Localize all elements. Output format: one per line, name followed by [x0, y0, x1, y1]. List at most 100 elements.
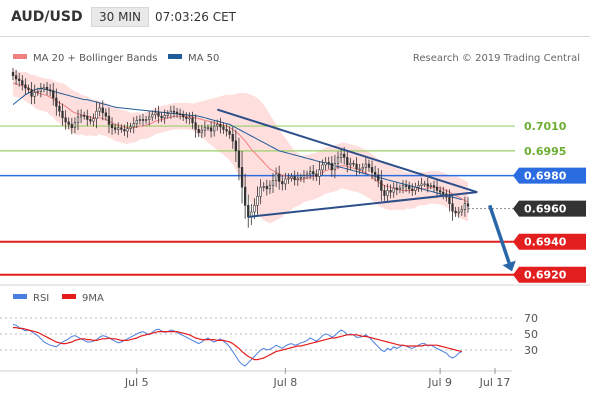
candle-body [287, 177, 290, 180]
rsi-tick-label: 30 [524, 344, 538, 357]
candle-body [327, 162, 330, 164]
candle-body [466, 203, 470, 207]
candle-body [305, 173, 309, 176]
legend-swatch-9ma [62, 294, 76, 299]
candle-body [432, 185, 436, 188]
candle-body [200, 129, 203, 133]
candle-body [129, 126, 132, 129]
candle-body [290, 176, 293, 179]
chart-widget: AUD/USD 30 MIN 07:03:26 CET MA 20 + Boll… [0, 0, 590, 400]
legend-swatch-ma50 [168, 54, 182, 59]
candle-body [259, 186, 262, 197]
candle-body [89, 119, 92, 122]
level-label-0.6940: 0.6940 [524, 236, 567, 249]
candle-body [271, 180, 275, 186]
legend-label-ma20: MA 20 + Bollinger Bands [33, 53, 157, 64]
candle-body [293, 176, 296, 181]
candle-body [14, 75, 18, 80]
legend-label-rsi: RSI [33, 293, 49, 304]
candle-body [172, 110, 176, 113]
level-label-0.6980: 0.6980 [524, 170, 567, 183]
candle-body [191, 117, 194, 124]
candle-body [24, 84, 27, 89]
candle-body [343, 153, 346, 158]
candle-body [166, 113, 169, 116]
candle-body [392, 187, 395, 193]
candle-body [148, 116, 151, 120]
candle-body [358, 168, 361, 171]
candle-body [361, 167, 364, 170]
candle-body [42, 86, 46, 90]
candle-body [315, 173, 318, 177]
candle-body [194, 122, 197, 130]
candle-body [240, 167, 244, 188]
level-label-0.6920: 0.6920 [524, 269, 567, 282]
candle-body [349, 162, 352, 166]
candle-body [438, 190, 442, 193]
candle-body [423, 183, 426, 186]
candle-body [107, 115, 111, 125]
candle-body [36, 91, 39, 93]
candle-body [86, 115, 89, 120]
candle-body [92, 118, 95, 122]
candle-body [182, 114, 185, 118]
candle-body [188, 117, 191, 120]
candle-body [126, 128, 129, 132]
candle-body [216, 124, 219, 127]
candle-body [442, 191, 445, 195]
candle-body [132, 123, 135, 128]
candle-body [64, 117, 67, 123]
candle-body [33, 91, 36, 97]
candle-body [339, 153, 343, 158]
candle-body [222, 126, 225, 130]
candle-body [448, 196, 451, 205]
candle-body [435, 186, 439, 191]
candle-body [98, 107, 101, 112]
candle-body [265, 186, 268, 190]
chart-canvas: MA 20 + Bollinger Bands MA 50 Research © 2… [0, 53, 590, 389]
candle-body [95, 110, 98, 119]
rsi-line [12, 323, 463, 367]
rsi-ma-line [13, 327, 462, 361]
candle-body [401, 185, 405, 189]
candle-body [154, 112, 157, 115]
candle-body [185, 116, 188, 119]
candle-body [296, 177, 299, 181]
candle-body [101, 107, 104, 114]
x-tick-label: Jul 9 [427, 376, 452, 389]
candle-body [48, 89, 52, 92]
candle-body [373, 172, 377, 176]
candle-body [113, 127, 117, 130]
candle-body [225, 129, 228, 132]
candle-body [253, 205, 256, 213]
legend-swatch-rsi [13, 294, 27, 299]
candle-body [169, 110, 173, 114]
candle-body [67, 121, 70, 125]
x-tick-label: Jul 5 [124, 376, 149, 389]
candle-body [324, 162, 327, 166]
candle-body [163, 115, 166, 119]
candle-body [364, 163, 368, 168]
candle-body [197, 129, 200, 133]
candle-body [117, 127, 120, 130]
candle-body [144, 119, 148, 121]
rsi-tick-label: 50 [524, 328, 538, 341]
x-tick-label: Jul 8 [272, 376, 297, 389]
candle-body [383, 190, 386, 196]
candle-body [138, 119, 142, 121]
candle-body [420, 183, 423, 186]
candle-body [83, 115, 86, 117]
candle-body [262, 186, 265, 188]
candle-body [426, 183, 429, 187]
candle-body [123, 129, 126, 132]
candle-body [76, 116, 80, 124]
candle-body [278, 173, 281, 182]
level-label-0.6960: 0.6960 [524, 203, 567, 216]
level-label-0.7010: 0.7010 [524, 120, 567, 133]
candle-body [302, 175, 306, 178]
candle-body [386, 190, 389, 196]
candle-body [308, 171, 312, 175]
legend-label-ma50: MA 50 [188, 53, 219, 64]
candle-body [370, 167, 374, 173]
candle-body [30, 89, 33, 97]
